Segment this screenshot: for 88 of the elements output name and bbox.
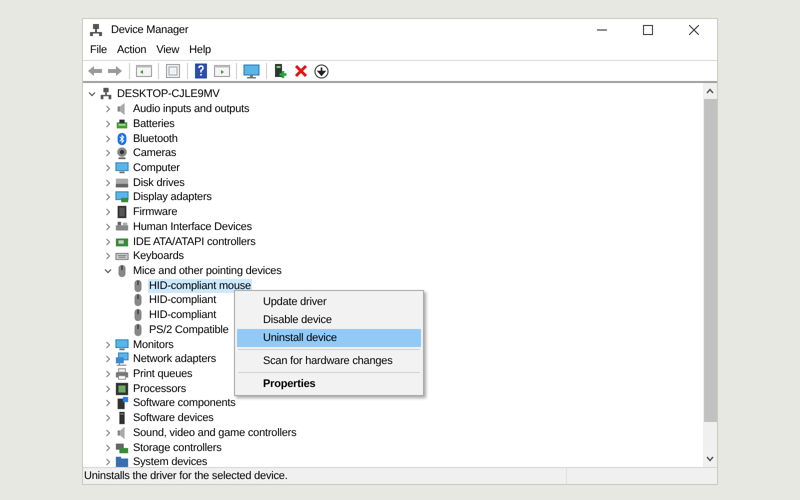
disk-drive-icon: [115, 176, 129, 190]
menu-item[interactable]: Action: [112, 42, 152, 60]
help-icon[interactable]: [194, 63, 208, 79]
tree-item[interactable]: Software devices: [132, 411, 215, 426]
tree-item[interactable]: Bluetooth: [132, 132, 179, 146]
expand-chevron-icon[interactable]: [104, 252, 112, 260]
processor-icon: [115, 382, 129, 396]
software-component-icon: [115, 396, 129, 410]
tree-item[interactable]: HID-compliant: [148, 293, 218, 308]
download-circle-icon[interactable]: [314, 64, 329, 78]
expand-chevron-icon[interactable]: [104, 355, 112, 364]
expand-chevron-icon[interactable]: [104, 208, 112, 216]
expand-chevron-icon[interactable]: [104, 134, 112, 143]
expand-chevron-icon[interactable]: [104, 193, 112, 202]
webcam-icon: [115, 146, 129, 160]
tree-item[interactable]: Mice and other pointing devices: [132, 264, 283, 278]
forward-arrow-icon[interactable]: [107, 64, 123, 78]
status-text: Uninstalls the driver for the selected device.: [84, 468, 288, 484]
tree-item[interactable]: Human Interface Devices: [132, 220, 253, 234]
expand-chevron-icon[interactable]: [104, 222, 112, 231]
printer-icon: [115, 367, 129, 382]
tree-item[interactable]: Sound, video and game controllers: [132, 426, 298, 440]
tree-item[interactable]: Monitors: [132, 338, 175, 352]
tree-item[interactable]: IDE ATA/ATAPI controllers: [132, 234, 257, 249]
expand-chevron-icon[interactable]: [104, 458, 112, 466]
scroll-down-icon[interactable]: [706, 456, 714, 462]
battery-icon: [115, 116, 129, 131]
tree-item[interactable]: Network adapters: [132, 352, 218, 366]
menu-option[interactable]: Disable device: [237, 311, 421, 329]
tree-item[interactable]: PS/2 Compatible: [148, 322, 230, 337]
storage-controller-icon: [115, 440, 129, 455]
monitor-icon: [115, 338, 129, 352]
tree-item[interactable]: Keyboards: [132, 249, 185, 264]
close-icon: [689, 25, 699, 35]
monitor-icon: [115, 160, 129, 175]
display-adapter-icon: [115, 190, 129, 204]
tree-item[interactable]: DESKTOP-CJLE9MV: [116, 87, 221, 102]
tree-item[interactable]: Software components: [132, 396, 237, 410]
back-arrow-icon[interactable]: [87, 64, 103, 78]
monitor-icon[interactable]: [243, 64, 260, 78]
tree-item[interactable]: Audio inputs and outputs: [132, 102, 250, 116]
tree-item[interactable]: Storage controllers: [132, 440, 223, 455]
tree-item[interactable]: Processors: [132, 382, 188, 396]
computer-network-icon: [89, 23, 103, 37]
menu-item[interactable]: View: [151, 42, 184, 60]
expand-chevron-icon[interactable]: [104, 164, 112, 172]
cross-icon[interactable]: [294, 64, 308, 78]
tree-item[interactable]: Disk drives: [132, 176, 186, 190]
tree-item[interactable]: Cameras: [132, 146, 178, 160]
bluetooth-icon: [115, 132, 129, 146]
console-tree-icon[interactable]: [136, 64, 152, 78]
expand-chevron-icon[interactable]: [104, 149, 112, 158]
expand-chevron-icon[interactable]: [104, 370, 112, 378]
expand-chevron-icon[interactable]: [104, 399, 112, 408]
menu-option[interactable]: Uninstall device: [237, 329, 421, 347]
menu-option[interactable]: Scan for hardware changes: [237, 352, 421, 370]
expand-chevron-icon[interactable]: [104, 105, 112, 114]
tree-item[interactable]: Firmware: [132, 205, 178, 220]
action-pane-icon[interactable]: [214, 64, 230, 78]
collapse-chevron-icon[interactable]: [88, 90, 96, 98]
scroll-up-icon[interactable]: [706, 88, 714, 94]
menu-option[interactable]: Update driver: [237, 293, 421, 311]
collapse-chevron-icon[interactable]: [104, 266, 112, 275]
tree-item[interactable]: Print queues: [132, 367, 194, 382]
properties-sheet-icon[interactable]: [165, 64, 181, 78]
expand-chevron-icon[interactable]: [104, 428, 112, 437]
tree-item[interactable]: Batteries: [132, 116, 176, 131]
computer-network-icon: [99, 87, 113, 102]
tree-item[interactable]: Display adapters: [132, 190, 213, 204]
expand-chevron-icon[interactable]: [104, 340, 112, 349]
menu-item[interactable]: File: [85, 42, 112, 60]
window-title: Device Manager: [111, 22, 188, 38]
scrollbar[interactable]: [703, 83, 717, 467]
expand-chevron-icon[interactable]: [104, 178, 112, 187]
expand-chevron-icon[interactable]: [104, 238, 112, 246]
tree-item[interactable]: Computer: [132, 160, 181, 175]
menu-option[interactable]: Properties: [237, 375, 421, 393]
expand-chevron-icon[interactable]: [104, 414, 112, 422]
menu-item[interactable]: Help: [184, 42, 216, 60]
maximize-icon: [643, 25, 653, 35]
tree-item[interactable]: HID-compliant: [148, 308, 218, 322]
add-driver-icon[interactable]: [273, 63, 288, 79]
expand-chevron-icon[interactable]: [104, 120, 112, 128]
network-icon: [115, 352, 129, 366]
expand-chevron-icon[interactable]: [104, 384, 112, 393]
expand-chevron-icon[interactable]: [104, 444, 112, 452]
tree-item[interactable]: HID-compliant mouse: [148, 278, 252, 293]
system-folder-icon: [115, 455, 129, 467]
